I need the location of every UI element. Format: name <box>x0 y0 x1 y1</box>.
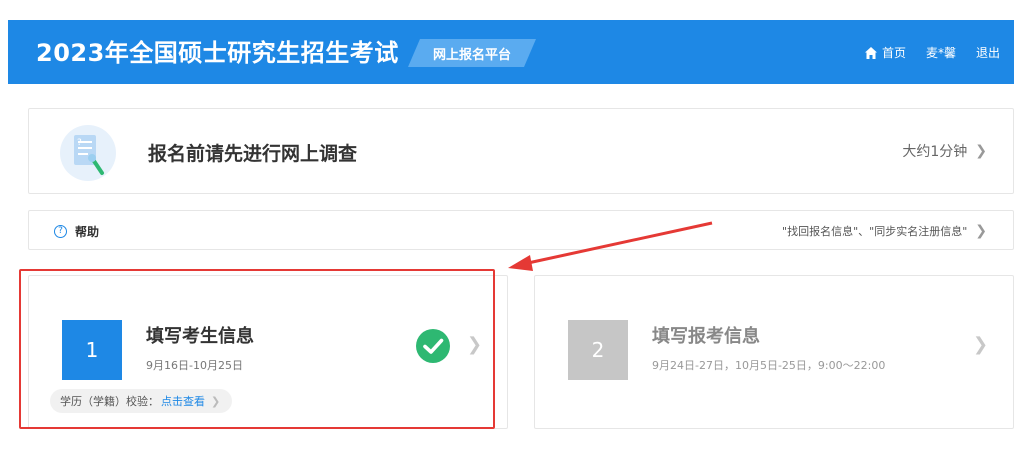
platform-label: 网上报名平台 <box>432 48 511 63</box>
svg-text:?: ? <box>77 138 82 148</box>
step-title: 填写考生信息 <box>146 326 254 347</box>
chevron-right-icon: ❯ <box>211 394 221 408</box>
check-circle-icon <box>416 329 450 363</box>
header-nav: 首页 麦*馨 退出 <box>844 44 1000 61</box>
step-card-2[interactable]: 2 填写报考信息 9月24日-27日，10月5日-25日，9:00～22:00 … <box>534 275 1014 429</box>
nav-logout-link[interactable]: 退出 <box>976 44 1000 61</box>
survey-time[interactable]: 大约1分钟 ❯ <box>902 141 987 161</box>
step-date: 9月16日-10月25日 <box>146 359 243 372</box>
chevron-right-icon: ❯ <box>973 334 989 355</box>
step-card-1[interactable]: 1 填写考生信息 9月16日-10月25日 ❯ 学历（学籍）校验： 点击查看 ❯ <box>28 275 508 429</box>
verify-link[interactable]: 点击查看 <box>161 393 205 409</box>
help-shortcuts-label: "找回报名信息"、"同步实名注册信息" <box>782 225 968 238</box>
page-title: 2023年全国硕士研究生招生考试 <box>36 39 399 67</box>
survey-time-label: 大约1分钟 <box>902 144 968 160</box>
chevron-right-icon: ❯ <box>975 223 987 239</box>
step-title: 填写报考信息 <box>652 326 760 347</box>
nav-home-link[interactable]: 首页 <box>864 44 906 61</box>
survey-icon: ? <box>60 125 116 181</box>
verify-label: 学历（学籍）校验： <box>60 395 159 408</box>
home-icon <box>864 46 877 59</box>
nav-user-link[interactable]: 麦*馨 <box>926 44 956 61</box>
help-shortcuts[interactable]: "找回报名信息"、"同步实名注册信息" ❯ <box>782 223 987 239</box>
chevron-right-icon: ❯ <box>975 143 987 159</box>
nav-user-label: 麦*馨 <box>925 46 956 60</box>
nav-home-label: 首页 <box>881 46 906 60</box>
step-number-badge: 2 <box>568 320 628 380</box>
help-label: 帮助 <box>75 225 100 239</box>
education-verify-pill[interactable]: 学历（学籍）校验： 点击查看 ❯ <box>50 389 233 413</box>
nav-logout-label: 退出 <box>975 46 1000 60</box>
survey-title: 报名前请先进行网上调查 <box>148 143 358 165</box>
step-date: 9月24日-27日，10月5日-25日，9:00～22:00 <box>652 359 886 372</box>
question-icon: ? <box>54 225 67 238</box>
step-number-badge: 1 <box>62 320 122 380</box>
top-header: 2023年全国硕士研究生招生考试 网上报名平台 首页 麦*馨 退出 <box>8 20 1014 84</box>
platform-tag: 网上报名平台 <box>408 39 536 67</box>
help-link[interactable]: ? 帮助 <box>54 223 99 240</box>
help-bar: ? 帮助 "找回报名信息"、"同步实名注册信息" ❯ <box>28 210 1014 250</box>
chevron-right-icon: ❯ <box>467 334 483 355</box>
survey-card[interactable]: ? 报名前请先进行网上调查 大约1分钟 ❯ <box>28 108 1014 194</box>
